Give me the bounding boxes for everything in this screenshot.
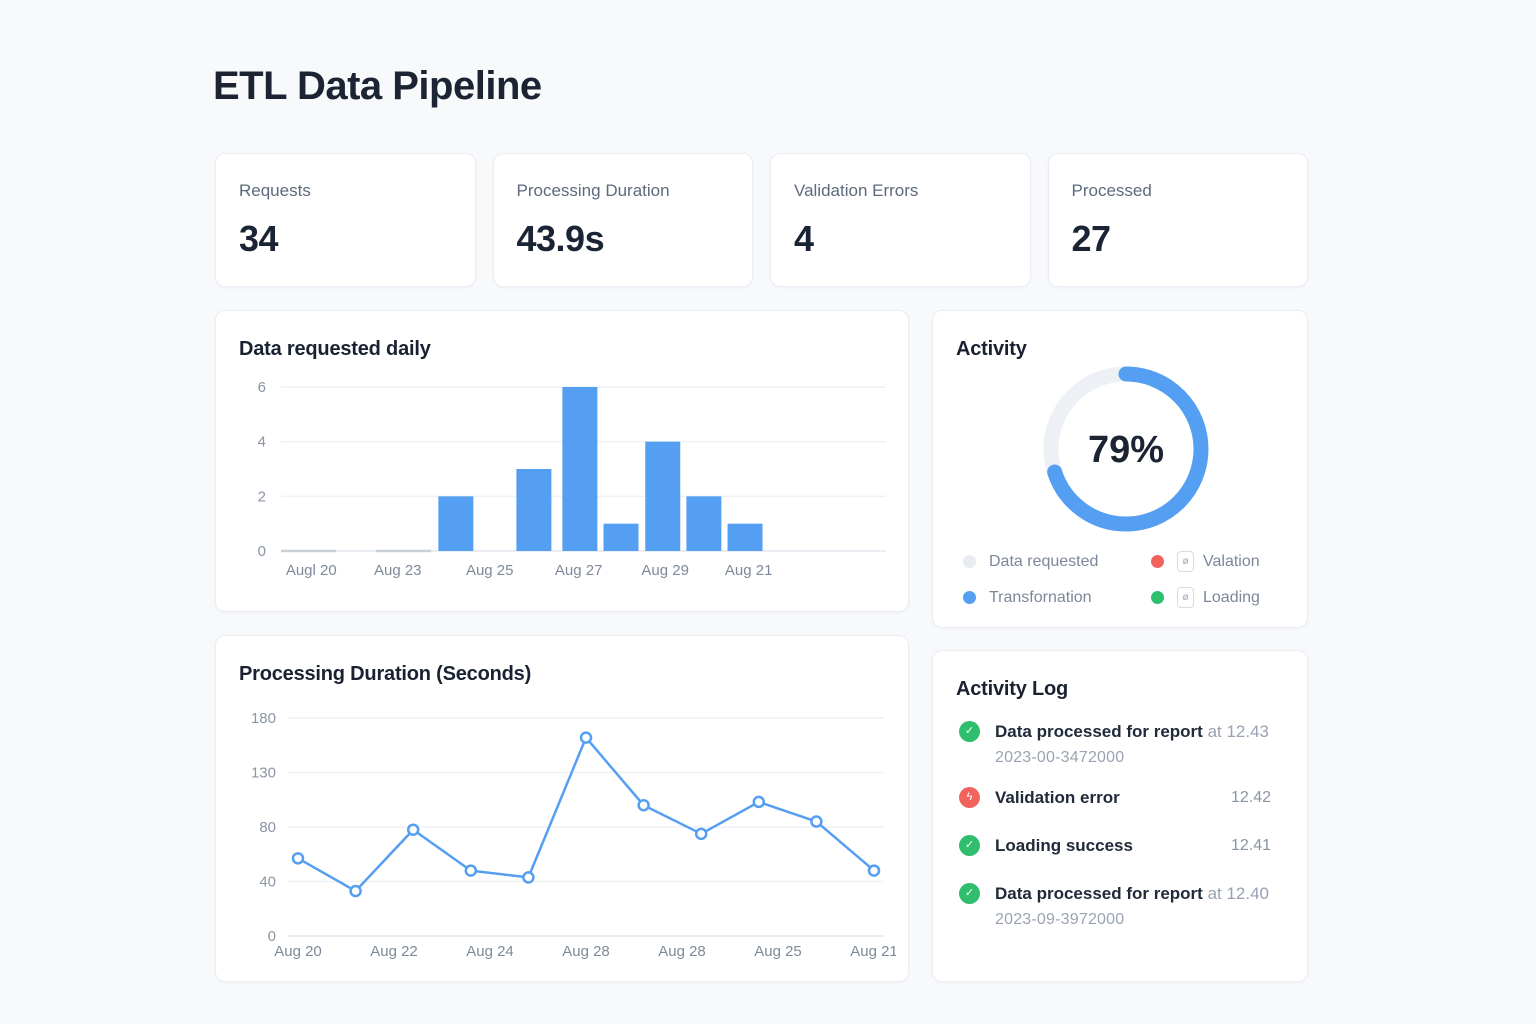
activity-donut-chart: 79% bbox=[1031, 354, 1221, 544]
x-tick-label: Aug 21 bbox=[725, 562, 773, 579]
data-point-marker bbox=[466, 866, 476, 876]
bar bbox=[604, 524, 639, 551]
x-tick-label: Aug 25 bbox=[754, 943, 802, 960]
log-entry-time: at 12.40 bbox=[1203, 883, 1269, 905]
bar bbox=[516, 469, 551, 551]
legend-item-transfornation: Transfornation bbox=[963, 587, 1151, 608]
log-entry-time: 12.41 bbox=[1231, 835, 1271, 857]
legend-item-valation: ø Valation bbox=[1151, 551, 1283, 572]
legend-dot bbox=[963, 591, 976, 604]
stat-label: Processing Duration bbox=[517, 181, 729, 201]
data-point-marker bbox=[639, 800, 649, 810]
line-chart-title: Processing Duration (Seconds) bbox=[239, 663, 531, 686]
activity-log-card: Activity Log ✓Data processed for report … bbox=[932, 650, 1308, 982]
bar bbox=[686, 496, 721, 551]
log-entry: ✓ Loading success 12.41 bbox=[959, 835, 1271, 857]
x-tick-label: Aug 24 bbox=[466, 943, 514, 960]
legend-item-data-requested: Data requested bbox=[963, 551, 1151, 572]
legend-dot bbox=[1151, 555, 1164, 568]
y-tick-label: 0 bbox=[258, 543, 266, 560]
x-tick-label: Aug 28 bbox=[658, 943, 706, 960]
page-title: ETL Data Pipeline bbox=[213, 64, 542, 109]
x-tick-label: Aug 21 bbox=[850, 943, 896, 960]
data-point-marker bbox=[581, 733, 591, 743]
log-entry: ✓ Data processed for report at 12.40 2023-… bbox=[959, 883, 1271, 929]
bar bbox=[645, 442, 680, 551]
stat-label: Validation Errors bbox=[794, 181, 1006, 201]
daily-requests-chart-card: Data requested daily 0 2 4 6 Augl 20 Aug 23 Au… bbox=[215, 310, 909, 612]
legend-dot bbox=[963, 555, 976, 568]
data-point-marker bbox=[754, 797, 764, 807]
x-tick-label: Aug 22 bbox=[370, 943, 418, 960]
stat-card-requests: Requests 34 bbox=[215, 153, 476, 287]
donut-percent-label: 79% bbox=[1088, 429, 1164, 471]
data-point-marker bbox=[293, 853, 303, 863]
x-tick-label: Aug 20 bbox=[274, 943, 322, 960]
file-placeholder-icon: ø bbox=[1177, 551, 1194, 572]
log-entry-time: 12.42 bbox=[1231, 787, 1271, 809]
bar bbox=[562, 387, 597, 551]
processing-duration-chart-card: Processing Duration (Seconds) 0408013018… bbox=[215, 635, 909, 982]
stat-card-validation-errors: Validation Errors 4 bbox=[770, 153, 1031, 287]
y-tick-label: 180 bbox=[251, 710, 276, 727]
activity-card: Activity 79% Data requested ø Valation Tran… bbox=[932, 310, 1308, 628]
success-status-icon: ✓ bbox=[959, 721, 980, 742]
log-entry-text: Data processed for report bbox=[995, 721, 1203, 743]
y-tick-label: 130 bbox=[251, 765, 276, 782]
bar bbox=[438, 496, 473, 551]
stat-label: Processed bbox=[1072, 181, 1284, 201]
stat-value: 4 bbox=[794, 218, 1006, 260]
activity-log-entries: ✓ Data processed for report at 12.43 2023-… bbox=[959, 651, 1271, 981]
legend-label: Data requested bbox=[989, 553, 1098, 571]
activity-legend: Data requested ø Valation Transfornation ø Lo… bbox=[963, 551, 1283, 608]
legend-label: Transfornation bbox=[989, 589, 1092, 607]
stat-value: 43.9s bbox=[517, 218, 729, 260]
bar bbox=[728, 524, 763, 551]
x-tick-label: Aug 27 bbox=[555, 562, 603, 579]
log-entry-text: Loading success bbox=[995, 835, 1133, 857]
data-point-marker bbox=[523, 872, 533, 882]
log-entry: ϟ Validation error 12.42 bbox=[959, 787, 1271, 809]
legend-dot bbox=[1151, 591, 1164, 604]
stat-card-processing-duration: Processing Duration 43.9s bbox=[493, 153, 754, 287]
y-tick-label: 80 bbox=[259, 819, 276, 836]
y-tick-label: 6 bbox=[258, 379, 266, 396]
legend-label: Valation bbox=[1203, 553, 1260, 571]
activity-title: Activity bbox=[956, 338, 1027, 361]
y-tick-label: 40 bbox=[259, 874, 276, 891]
bar-chart-title: Data requested daily bbox=[239, 338, 431, 361]
log-entry-detail: 2023-00-3472000 bbox=[995, 749, 1271, 767]
log-entry-text: Validation error bbox=[995, 787, 1120, 809]
success-status-icon: ✓ bbox=[959, 883, 980, 904]
error-status-icon: ϟ bbox=[959, 787, 980, 808]
log-entry-time: at 12.43 bbox=[1203, 721, 1269, 743]
y-tick-label: 2 bbox=[258, 488, 266, 505]
success-status-icon: ✓ bbox=[959, 835, 980, 856]
stat-card-processed: Processed 27 bbox=[1048, 153, 1309, 287]
log-entry-detail: 2023-09-3972000 bbox=[995, 911, 1271, 929]
data-point-marker bbox=[408, 825, 418, 835]
log-entry: ✓ Data processed for report at 12.43 2023-… bbox=[959, 721, 1271, 767]
data-point-marker bbox=[696, 829, 706, 839]
file-placeholder-icon: ø bbox=[1177, 587, 1194, 608]
data-point-marker bbox=[811, 817, 821, 827]
legend-label: Loading bbox=[1203, 589, 1260, 607]
line-series bbox=[298, 738, 874, 891]
stat-label: Requests bbox=[239, 181, 451, 201]
stat-value: 34 bbox=[239, 218, 451, 260]
data-point-marker bbox=[869, 866, 879, 876]
x-tick-label: Aug 29 bbox=[641, 562, 689, 579]
line-chart: 04080130180Aug 20Aug 22Aug 24Aug 28Aug 2… bbox=[236, 700, 896, 960]
stat-value: 27 bbox=[1072, 218, 1284, 260]
log-entry-text: Data processed for report bbox=[995, 883, 1203, 905]
x-tick-label: Aug 23 bbox=[374, 562, 422, 579]
stats-row: Requests 34 Processing Duration 43.9s Valida… bbox=[215, 153, 1308, 287]
data-point-marker bbox=[351, 886, 361, 896]
y-tick-label: 4 bbox=[258, 434, 266, 451]
legend-item-loading: ø Loading bbox=[1151, 587, 1283, 608]
x-tick-label: Aug 28 bbox=[562, 943, 610, 960]
bar-chart: 0 2 4 6 Augl 20 Aug 23 Aug 25 Aug 27 Aug 29 Aug 2… bbox=[236, 373, 896, 589]
x-tick-label: Augl 20 bbox=[286, 562, 337, 579]
x-tick-label: Aug 25 bbox=[466, 562, 514, 579]
